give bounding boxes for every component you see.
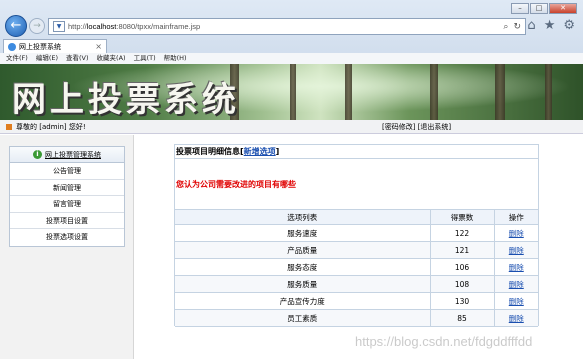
- sidebar: i 网上投票管理系统 公告管理 新闻管理 留言管理 投票项目设置 投票选项设置: [0, 135, 134, 359]
- vote-count: 85: [430, 309, 495, 327]
- watermark: https://blog.csdn.net/fdgddfffdd: [355, 334, 533, 349]
- vote-count: 122: [430, 224, 495, 242]
- menu-help[interactable]: 帮助(H): [164, 53, 187, 64]
- sidebar-header[interactable]: i 网上投票管理系统: [10, 147, 124, 163]
- tab-title: 网上投票系统: [19, 42, 61, 51]
- table-row: 产品质量 121 删除: [175, 241, 538, 259]
- option-name: 服务速度: [175, 224, 431, 242]
- info-icon: i: [33, 150, 42, 159]
- column-header-action: 操作: [494, 209, 538, 225]
- site-title: 网上投票系统: [12, 80, 240, 120]
- delete-link[interactable]: 删除: [509, 263, 524, 272]
- tab-close-icon[interactable]: ×: [95, 42, 102, 51]
- panel-heading: 投票项目明细信息[新增选项]: [175, 145, 538, 159]
- option-name: 服务质量: [175, 275, 431, 293]
- compat-icon[interactable]: ▼: [53, 21, 65, 32]
- tab-favicon-icon: [8, 42, 16, 51]
- browser-chrome: – □ ✕ ← → ▼ http://localhost:8080/tpxx/m…: [0, 0, 583, 64]
- vote-count: 130: [430, 292, 495, 310]
- delete-link[interactable]: 删除: [509, 314, 524, 323]
- table-row: 服务速度 122 删除: [175, 224, 538, 242]
- vote-count: 121: [430, 241, 495, 259]
- back-arrow-icon[interactable]: ←: [5, 15, 27, 37]
- sidebar-item-vote-options[interactable]: 投票选项设置: [10, 229, 124, 246]
- menu-file[interactable]: 文件(F): [6, 53, 28, 64]
- browser-tab[interactable]: 网上投票系统 ×: [3, 39, 107, 53]
- table-row: 产品宣传力度 130 删除: [175, 292, 538, 310]
- menu-bar: 文件(F) 编辑(E) 查看(V) 收藏夹(A) 工具(T) 帮助(H): [0, 53, 583, 64]
- site-banner: 网上投票系统: [0, 64, 583, 120]
- vote-question: 您认为公司需要改进的项目有哪些: [176, 180, 296, 189]
- vote-count: 108: [430, 275, 495, 293]
- options-table: 选项列表 得票数 操作 服务速度 122 删除 产品质量 121 删除 服务态度…: [175, 209, 538, 327]
- forward-arrow-icon[interactable]: →: [29, 18, 45, 34]
- add-option-link[interactable]: 新增选项: [244, 147, 276, 156]
- account-links[interactable]: [密码修改] [退出系统]: [382, 120, 451, 134]
- minimize-icon[interactable]: –: [511, 3, 529, 14]
- column-header-options: 选项列表: [175, 209, 431, 225]
- delete-link[interactable]: 删除: [509, 297, 524, 306]
- favorites-star-icon[interactable]: ★: [544, 18, 556, 33]
- sidebar-item-news[interactable]: 新闻管理: [10, 180, 124, 197]
- menu-favorites[interactable]: 收藏夹(A): [97, 53, 126, 64]
- welcome-text: 尊敬的 [admin] 您好!: [16, 123, 86, 131]
- vote-detail-panel: 投票项目明细信息[新增选项] 您认为公司需要改进的项目有哪些 选项列表 得票数 …: [174, 144, 539, 327]
- option-name: 产品宣传力度: [175, 292, 431, 310]
- close-window-icon[interactable]: ✕: [549, 3, 577, 14]
- url-text: http://localhost:8080/tpxx/mainframe.jsp: [68, 22, 201, 31]
- refresh-icon[interactable]: ↻: [513, 22, 521, 32]
- sidebar-header-label: 网上投票管理系统: [45, 150, 101, 159]
- table-row: 服务质量 108 删除: [175, 275, 538, 293]
- table-header-row: 选项列表 得票数 操作: [175, 209, 538, 225]
- option-name: 服务态度: [175, 258, 431, 276]
- delete-link[interactable]: 删除: [509, 229, 524, 238]
- sidebar-item-messages[interactable]: 留言管理: [10, 196, 124, 213]
- menu-edit[interactable]: 编辑(E): [36, 53, 58, 64]
- sidebar-item-vote-projects[interactable]: 投票项目设置: [10, 213, 124, 230]
- user-status-bar: 尊敬的 [admin] 您好! [密码修改] [退出系统]: [0, 120, 583, 134]
- vote-count: 106: [430, 258, 495, 276]
- sidebar-menu: i 网上投票管理系统 公告管理 新闻管理 留言管理 投票项目设置 投票选项设置: [9, 146, 125, 247]
- user-icon: [6, 124, 12, 130]
- settings-gear-icon[interactable]: ⚙: [563, 18, 575, 33]
- sidebar-item-announcements[interactable]: 公告管理: [10, 163, 124, 180]
- maximize-icon[interactable]: □: [530, 3, 548, 14]
- option-name: 员工素质: [175, 309, 431, 327]
- menu-view[interactable]: 查看(V): [66, 53, 89, 64]
- delete-link[interactable]: 删除: [509, 246, 524, 255]
- search-icon[interactable]: ⌕: [503, 22, 508, 32]
- address-bar[interactable]: ▼ http://localhost:8080/tpxx/mainframe.j…: [48, 18, 526, 35]
- delete-link[interactable]: 删除: [509, 280, 524, 289]
- table-row: 服务态度 106 删除: [175, 258, 538, 276]
- option-name: 产品质量: [175, 241, 431, 259]
- menu-tools[interactable]: 工具(T): [134, 53, 156, 64]
- window-controls: – □ ✕: [511, 3, 577, 14]
- home-icon[interactable]: ⌂: [527, 18, 535, 33]
- table-row: 员工素质 85 删除: [175, 309, 538, 327]
- column-header-votes: 得票数: [430, 209, 495, 225]
